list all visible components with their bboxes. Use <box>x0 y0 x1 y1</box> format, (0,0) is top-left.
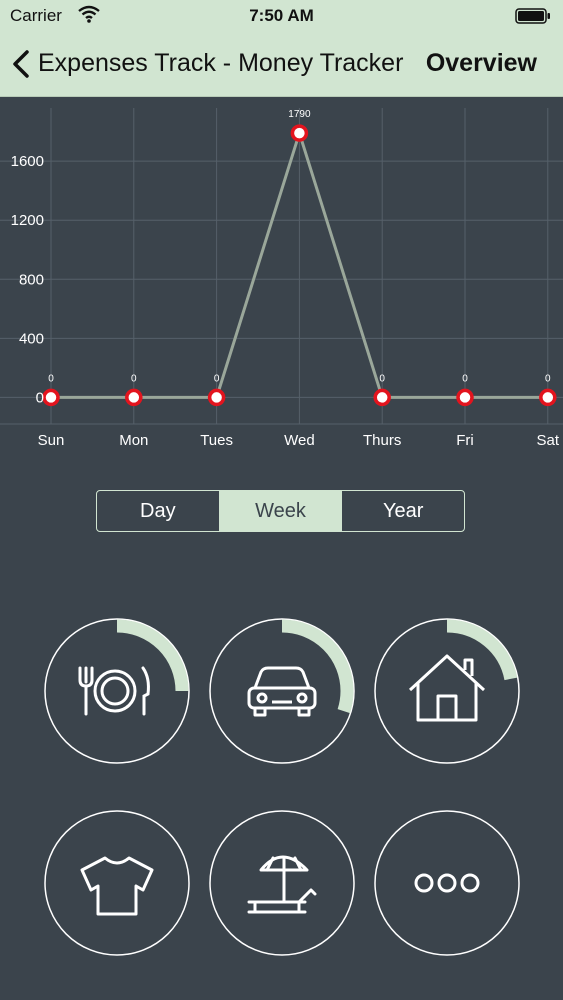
category-more-button[interactable] <box>372 808 522 958</box>
back-button[interactable]: Expenses Track - Money Tracker <box>38 49 403 78</box>
y-tick-label: 1200 <box>11 212 44 229</box>
chart-grid <box>0 108 563 425</box>
category-leisure-button[interactable] <box>207 808 357 958</box>
status-time: 7:50 AM <box>249 6 314 25</box>
y-tick-label: 0 <box>36 389 44 406</box>
y-tick-label: 800 <box>19 271 44 288</box>
navigation-bar: Expenses Track - Money Tracker Overview <box>0 32 563 97</box>
data-label: 0 <box>545 373 551 384</box>
category-food-button[interactable] <box>42 616 192 766</box>
data-point <box>373 388 391 407</box>
category-transport-button[interactable] <box>207 616 357 766</box>
expense-line-chart: Sun Mon Tues Wed Thurs Fri Sat 0 400 800 1200 1600 0… <box>0 108 563 449</box>
more-icon <box>414 873 480 893</box>
x-tick-label: Mon <box>119 432 148 449</box>
x-tick-label: Tues <box>200 432 233 449</box>
data-point <box>539 388 557 407</box>
data-point <box>207 388 226 407</box>
battery-icon <box>515 8 550 24</box>
data-point <box>456 388 474 407</box>
tshirt-icon <box>80 856 154 916</box>
x-tick-label: Wed <box>284 432 315 449</box>
data-label: 1790 <box>288 109 311 120</box>
data-point <box>42 388 60 407</box>
x-tick-label: Sun <box>38 432 65 449</box>
back-chevron-icon[interactable] <box>10 48 32 80</box>
category-clothing-button[interactable] <box>42 808 192 958</box>
data-label: 0 <box>462 373 468 384</box>
data-point <box>125 388 143 407</box>
x-tick-label: Thurs <box>363 432 401 449</box>
data-point <box>290 124 309 142</box>
data-label: 0 <box>48 373 54 384</box>
x-tick-label: Fri <box>456 432 474 449</box>
data-label: 0 <box>131 373 137 384</box>
data-label: 0 <box>214 373 220 384</box>
status-bar: Carrier 7:50 AM <box>0 0 563 32</box>
house-icon <box>408 654 486 722</box>
segment-year[interactable]: Year <box>342 491 464 531</box>
segment-day[interactable]: Day <box>97 491 220 531</box>
period-segmented-control: Day Week Year <box>96 490 465 532</box>
beach-chair-icon <box>247 855 317 914</box>
page-title: Overview <box>425 49 537 77</box>
car-icon <box>247 666 317 717</box>
segment-week[interactable]: Week <box>219 491 343 531</box>
y-tick-label: 1600 <box>11 153 44 170</box>
x-tick-label: Sat <box>537 432 560 449</box>
data-label: 0 <box>379 373 385 384</box>
dining-icon <box>78 666 150 716</box>
category-housing-button[interactable] <box>372 616 522 766</box>
y-tick-label: 400 <box>19 330 44 347</box>
